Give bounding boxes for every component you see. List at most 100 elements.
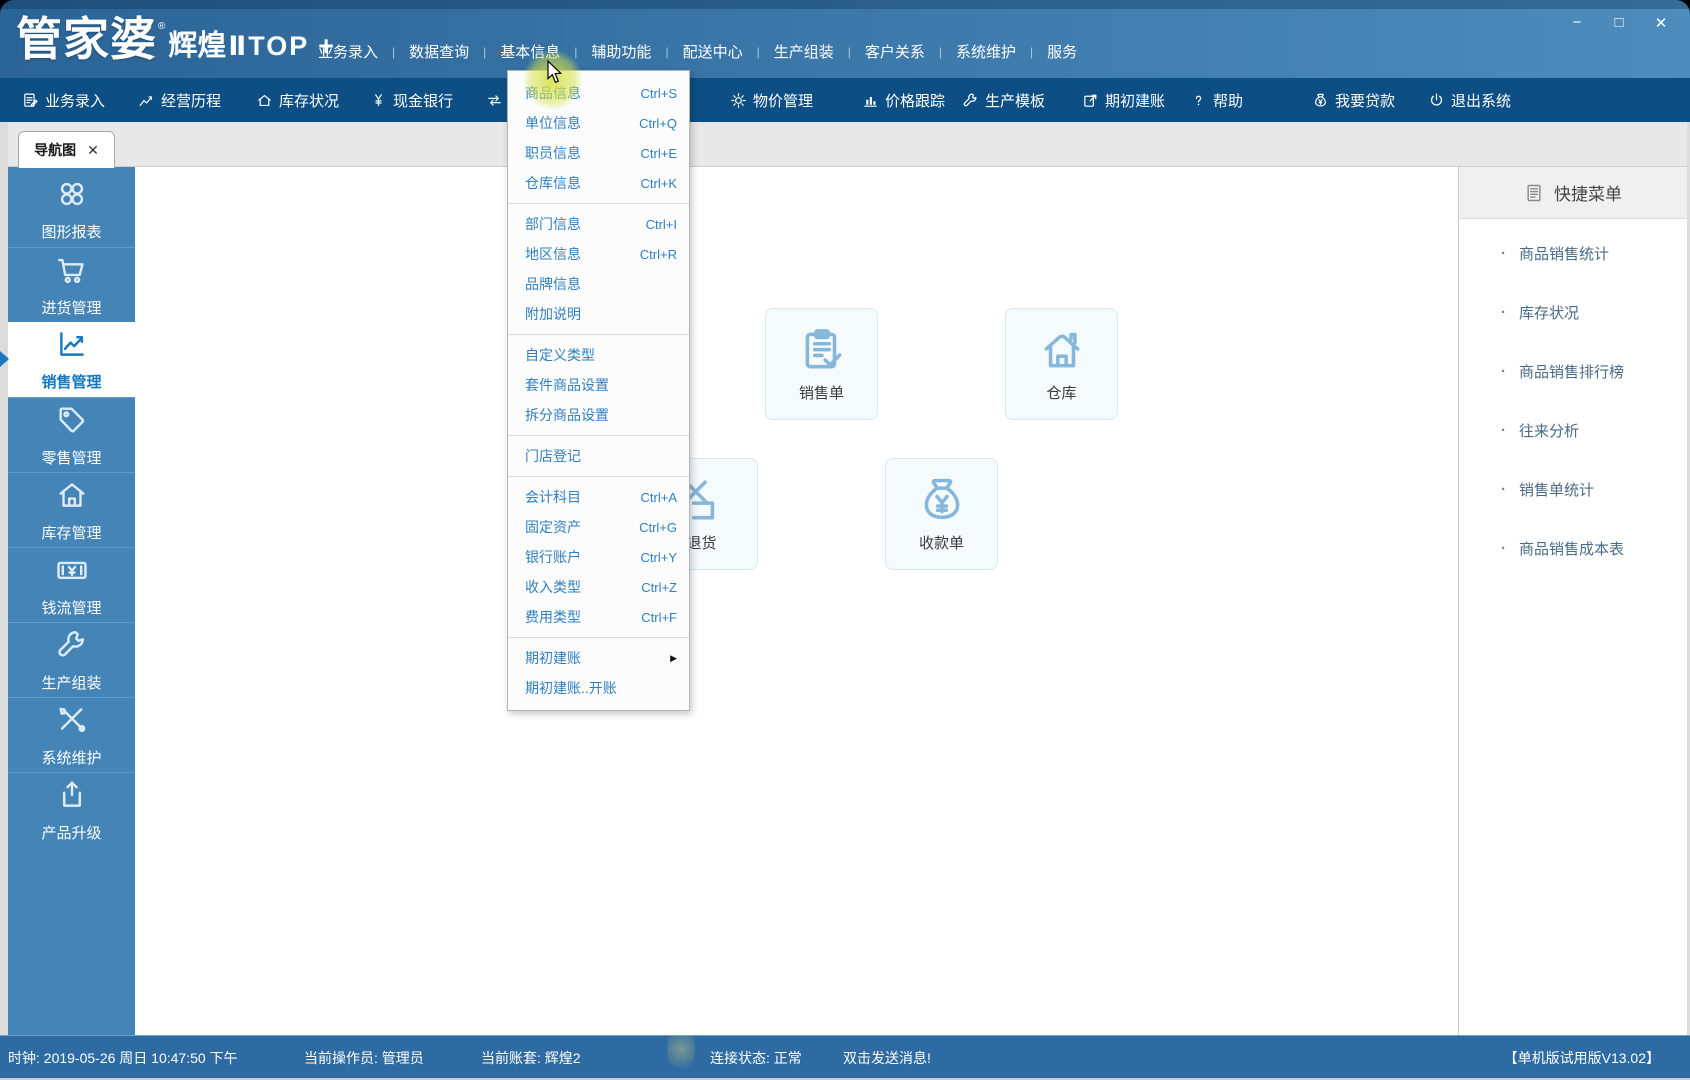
menu-item-label: 仓库信息 xyxy=(525,173,581,193)
quick-menu-item-3[interactable]: ·商品销售排行榜 xyxy=(1459,361,1687,381)
menu-item-extra-note[interactable]: 附加说明 xyxy=(508,299,689,329)
menu-item-expense-type[interactable]: 费用类型Ctrl+F xyxy=(508,602,689,632)
tab-close-icon[interactable]: ✕ xyxy=(87,142,99,159)
tile-label: 销售单 xyxy=(799,382,844,403)
clipboard-check-icon xyxy=(797,325,847,375)
bullet-icon: · xyxy=(1501,481,1506,498)
sidebar-item-retail[interactable]: 零售管理 xyxy=(8,397,135,472)
sidebar-item-sales[interactable]: 销售管理 xyxy=(8,322,135,397)
tab-strip xyxy=(0,122,1690,167)
menu-item-bank-account[interactable]: 银行账户Ctrl+Y xyxy=(508,542,689,572)
navigation-sidebar: 图形报表进货管理销售管理零售管理库存管理钱流管理生产组装系统维护产品升级 xyxy=(8,167,135,1035)
close-button[interactable]: ✕ xyxy=(1652,14,1670,32)
sidebar-item-inventory[interactable]: 库存管理 xyxy=(8,472,135,547)
sidebar-item-label: 图形报表 xyxy=(41,221,101,242)
gear-icon xyxy=(730,92,747,109)
quick-menu-item-4[interactable]: ·往来分析 xyxy=(1459,420,1687,440)
tile-receipt[interactable]: 收款单 xyxy=(885,458,998,570)
sidebar-item-label: 产品升级 xyxy=(41,822,101,843)
title-bar-top-strip xyxy=(0,0,1690,9)
menu-item-employee-info[interactable]: 职员信息Ctrl+E xyxy=(508,138,689,168)
toolbar-item-history[interactable]: 经营历程 xyxy=(138,78,221,122)
menu-bar: 业务录入|数据查询|基本信息|辅助功能|配送中心|生产组装|客户关系|系统维护|… xyxy=(312,38,1083,65)
sidebar-item-assembly[interactable]: 生产组装 xyxy=(8,622,135,697)
toolbar-item-hidden-partial[interactable] xyxy=(486,78,503,122)
menubar-item-1[interactable]: 业务录入 xyxy=(312,38,384,65)
house-icon xyxy=(256,92,273,109)
quick-menu-item-5[interactable]: ·销售单统计 xyxy=(1459,479,1687,499)
menu-item-income-type[interactable]: 收入类型Ctrl+Z xyxy=(508,572,689,602)
menu-item-brand-info[interactable]: 品牌信息 xyxy=(508,269,689,299)
toolbar-item-price-track[interactable]: 价格跟踪 xyxy=(862,78,945,122)
menu-item-region-info[interactable]: 地区信息Ctrl+R xyxy=(508,239,689,269)
toolbar-item-help[interactable]: 帮助 xyxy=(1190,78,1243,122)
menubar-item-3[interactable]: 基本信息 xyxy=(494,38,566,65)
active-item-arrow xyxy=(0,351,9,367)
maximize-button[interactable]: □ xyxy=(1610,14,1628,32)
tile-warehouse[interactable]: 仓库 xyxy=(1005,308,1118,420)
sidebar-item-label: 零售管理 xyxy=(41,447,101,468)
status-operator: 当前操作员: 管理员 xyxy=(304,1048,424,1068)
menu-item-shortcut: Ctrl+E xyxy=(641,146,677,161)
toolbar-item-price-manage[interactable]: 物价管理 xyxy=(730,78,813,122)
toolbar-item-label: 退出系统 xyxy=(1451,90,1511,111)
quick-menu-item-6[interactable]: ·商品销售成本表 xyxy=(1459,538,1687,558)
menu-item-initial-account[interactable]: 期初建账▶ xyxy=(508,643,689,673)
toolbar: 业务录入经营历程库存状况 现金银行 物价管理 价格跟踪生产模板期初建账 帮助 我要贷款 退出… xyxy=(0,78,1690,122)
navigation-map-tab[interactable]: 导航图 ✕ xyxy=(18,131,115,168)
sidebar-item-label: 系统维护 xyxy=(41,747,101,768)
minimize-button[interactable]: − xyxy=(1568,14,1586,32)
toolbar-item-prod-template[interactable]: 生产模板 xyxy=(962,78,1045,122)
menu-item-shortcut: Ctrl+Y xyxy=(641,550,677,565)
toolbar-item-label: 现金银行 xyxy=(393,90,453,111)
menu-item-warehouse-info[interactable]: 仓库信息Ctrl+K xyxy=(508,168,689,198)
title-bar: 管家婆 ® 辉煌 Ⅱ TOP + 业务录入|数据查询|基本信息|辅助功能|配送中… xyxy=(0,0,1690,78)
menubar-item-9[interactable]: 服务 xyxy=(1041,38,1083,65)
menubar-separator: | xyxy=(1030,45,1033,59)
menu-item-shortcut: Ctrl+R xyxy=(640,247,677,262)
toolbar-item-initial-setup[interactable]: 期初建账 xyxy=(1082,78,1165,122)
menu-item-unit-info[interactable]: 单位信息Ctrl+Q xyxy=(508,108,689,138)
menubar-item-2[interactable]: 数据查询 xyxy=(403,38,475,65)
sidebar-item-upgrade[interactable]: 产品升级 xyxy=(8,772,135,847)
toolbar-item-exit[interactable]: 退出系统 xyxy=(1428,78,1511,122)
menu-item-dept-info[interactable]: 部门信息Ctrl+I xyxy=(508,209,689,239)
menu-item-account-subject[interactable]: 会计科目Ctrl+A xyxy=(508,482,689,512)
menubar-separator: | xyxy=(848,45,851,59)
menu-item-store-register[interactable]: 门店登记 xyxy=(508,441,689,471)
sidebar-item-chart-report[interactable]: 图形报表 xyxy=(8,172,135,247)
menu-item-fixed-asset[interactable]: 固定资产Ctrl+G xyxy=(508,512,689,542)
sidebar-item-purchase[interactable]: 进货管理 xyxy=(8,247,135,322)
sidebar-item-maintenance[interactable]: 系统维护 xyxy=(8,697,135,772)
menu-item-kit-goods[interactable]: 套件商品设置 xyxy=(508,370,689,400)
menu-item-custom-type[interactable]: 自定义类型 xyxy=(508,340,689,370)
quick-menu-item-1[interactable]: ·商品销售统计 xyxy=(1459,243,1687,263)
menu-item-label: 附加说明 xyxy=(525,304,581,324)
status-message[interactable]: 双击发送消息! xyxy=(843,1048,931,1068)
menubar-item-6[interactable]: 生产组装 xyxy=(768,38,840,65)
app-window: 管家婆 ® 辉煌 Ⅱ TOP + 业务录入|数据查询|基本信息|辅助功能|配送中… xyxy=(0,0,1690,1080)
toolbar-item-biz-entry[interactable]: 业务录入 xyxy=(22,78,105,122)
menubar-item-5[interactable]: 配送中心 xyxy=(677,38,749,65)
menubar-item-4[interactable]: 辅助功能 xyxy=(585,38,657,65)
status-account: 当前账套: 辉煌2 xyxy=(481,1048,581,1068)
tile-sales-order[interactable]: 销售单 xyxy=(765,308,878,420)
menu-item-split-goods[interactable]: 拆分商品设置 xyxy=(508,400,689,430)
quick-menu-item-label: 商品销售排行榜 xyxy=(1519,361,1624,382)
menu-item-label: 会计科目 xyxy=(525,487,581,507)
menu-item-initial-account-open[interactable]: 期初建账..开账 xyxy=(508,673,689,703)
menubar-item-7[interactable]: 客户关系 xyxy=(859,38,931,65)
toolbar-item-label: 帮助 xyxy=(1213,90,1243,111)
chart-grid-icon xyxy=(55,177,89,216)
menu-item-goods-info[interactable]: 商品信息Ctrl+S xyxy=(508,78,689,108)
submenu-arrow-icon: ▶ xyxy=(670,653,677,664)
menu-item-label: 固定资产 xyxy=(525,517,581,537)
menubar-item-8[interactable]: 系统维护 xyxy=(950,38,1022,65)
toolbar-item-cash-bank[interactable]: 现金银行 xyxy=(370,78,453,122)
status-version: 【单机版试用版V13.02】 xyxy=(1504,1048,1660,1068)
menu-item-label: 自定义类型 xyxy=(525,345,595,365)
sidebar-item-money-flow[interactable]: 钱流管理 xyxy=(8,547,135,622)
quick-menu-item-2[interactable]: ·库存状况 xyxy=(1459,302,1687,322)
toolbar-item-loan[interactable]: 我要贷款 xyxy=(1312,78,1395,122)
toolbar-item-stock-status[interactable]: 库存状况 xyxy=(256,78,339,122)
